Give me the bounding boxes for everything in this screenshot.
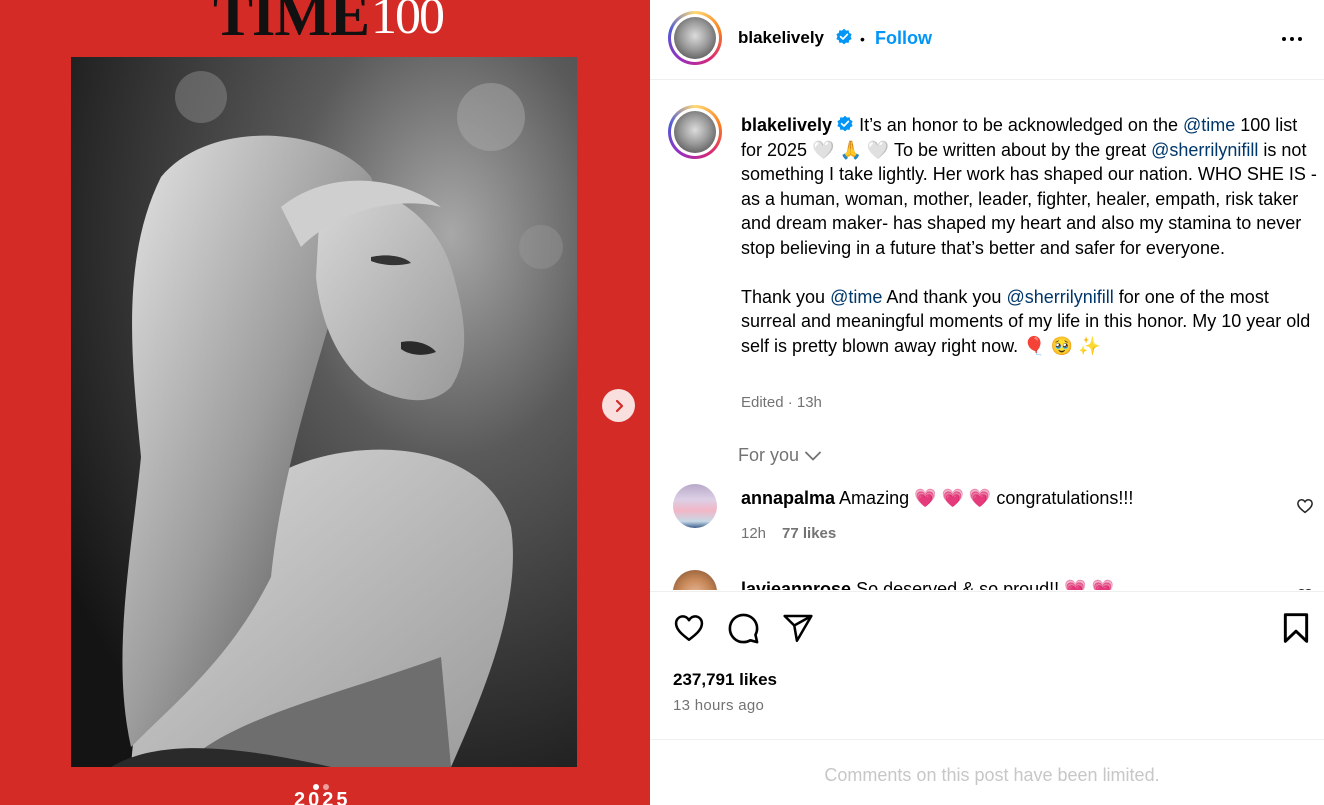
comment-likes[interactable]: 77 likes	[782, 525, 836, 542]
comments-scroll-area[interactable]: blakelively It’s an honor to be acknowle…	[650, 80, 1324, 590]
post-caption: blakelively It’s an honor to be acknowle…	[741, 113, 1321, 358]
comments-limited-notice: Comments on this post have been limited.	[824, 765, 1160, 785]
verified-badge-icon	[836, 28, 852, 45]
comment-sort-label: For you	[738, 445, 800, 465]
caption-meta: Edited · 13h	[741, 394, 822, 411]
comment-username[interactable]: lavieannrose	[741, 579, 851, 590]
chevron-down-icon	[805, 451, 821, 460]
comment-text: annapalma Amazing 💗 💗 💗 congratulations!…	[741, 488, 1134, 508]
mention-link[interactable]: @time	[830, 287, 882, 307]
caption-username[interactable]: blakelively	[741, 115, 832, 135]
comment-meta: 12h 77 likes	[741, 525, 836, 542]
time-logo-word: TIME	[213, 0, 370, 48]
carousel-next-button[interactable]	[602, 389, 635, 422]
avatar-image	[674, 111, 716, 153]
comment-bubble-icon[interactable]	[727, 612, 760, 645]
post-side-panel: blakelively • Follow blakelively It’s an…	[650, 0, 1324, 805]
more-options-icon[interactable]	[1282, 28, 1308, 50]
comment-time: 12h	[741, 525, 767, 542]
comment-username[interactable]: annapalma	[741, 488, 835, 508]
caption-paragraph-2: Thank you @time And thank you @sherrilyn…	[741, 286, 1311, 356]
header-separator: •	[860, 31, 865, 47]
comment-like-heart-icon[interactable]	[1296, 587, 1314, 590]
avatar-image	[674, 17, 716, 59]
post-timestamp: 13 hours ago	[673, 697, 765, 714]
post-header: blakelively • Follow	[650, 0, 1324, 80]
comment-like-heart-icon[interactable]	[1296, 497, 1314, 515]
follow-button[interactable]: Follow	[875, 28, 932, 49]
caption-avatar[interactable]	[668, 105, 722, 159]
time100-logo: TIME 100	[213, 0, 445, 48]
share-send-icon[interactable]	[782, 612, 814, 644]
comment-avatar[interactable]	[673, 570, 717, 590]
mention-link[interactable]: @time	[1183, 115, 1235, 135]
portrait-illustration	[71, 57, 577, 767]
likes-count[interactable]: 237,791 likes	[673, 670, 777, 690]
cover-photo	[71, 57, 577, 767]
mention-link[interactable]: @sherrilynifill	[1006, 287, 1113, 307]
post-actions-section: 237,791 likes 13 hours ago	[650, 591, 1324, 740]
comment-text: lavieannrose So deserved & so proud!! 💗 …	[741, 577, 1114, 590]
author-username[interactable]: blakelively	[738, 28, 824, 48]
bookmark-save-icon[interactable]	[1282, 612, 1310, 644]
verified-badge-icon	[837, 115, 853, 132]
author-avatar[interactable]	[668, 11, 722, 65]
caption-paragraph-1: blakelively It’s an honor to be acknowle…	[741, 115, 1317, 258]
comment-sort-dropdown[interactable]: For you	[738, 445, 821, 466]
cover-year: 2025	[294, 789, 351, 805]
post-media: TIME 100 2025	[0, 0, 650, 805]
mention-link[interactable]: @sherrilynifill	[1151, 140, 1258, 160]
chevron-right-icon	[615, 399, 623, 412]
comment-avatar[interactable]	[673, 484, 717, 528]
time-logo-number: 100	[371, 0, 445, 45]
like-heart-icon[interactable]	[672, 612, 706, 644]
